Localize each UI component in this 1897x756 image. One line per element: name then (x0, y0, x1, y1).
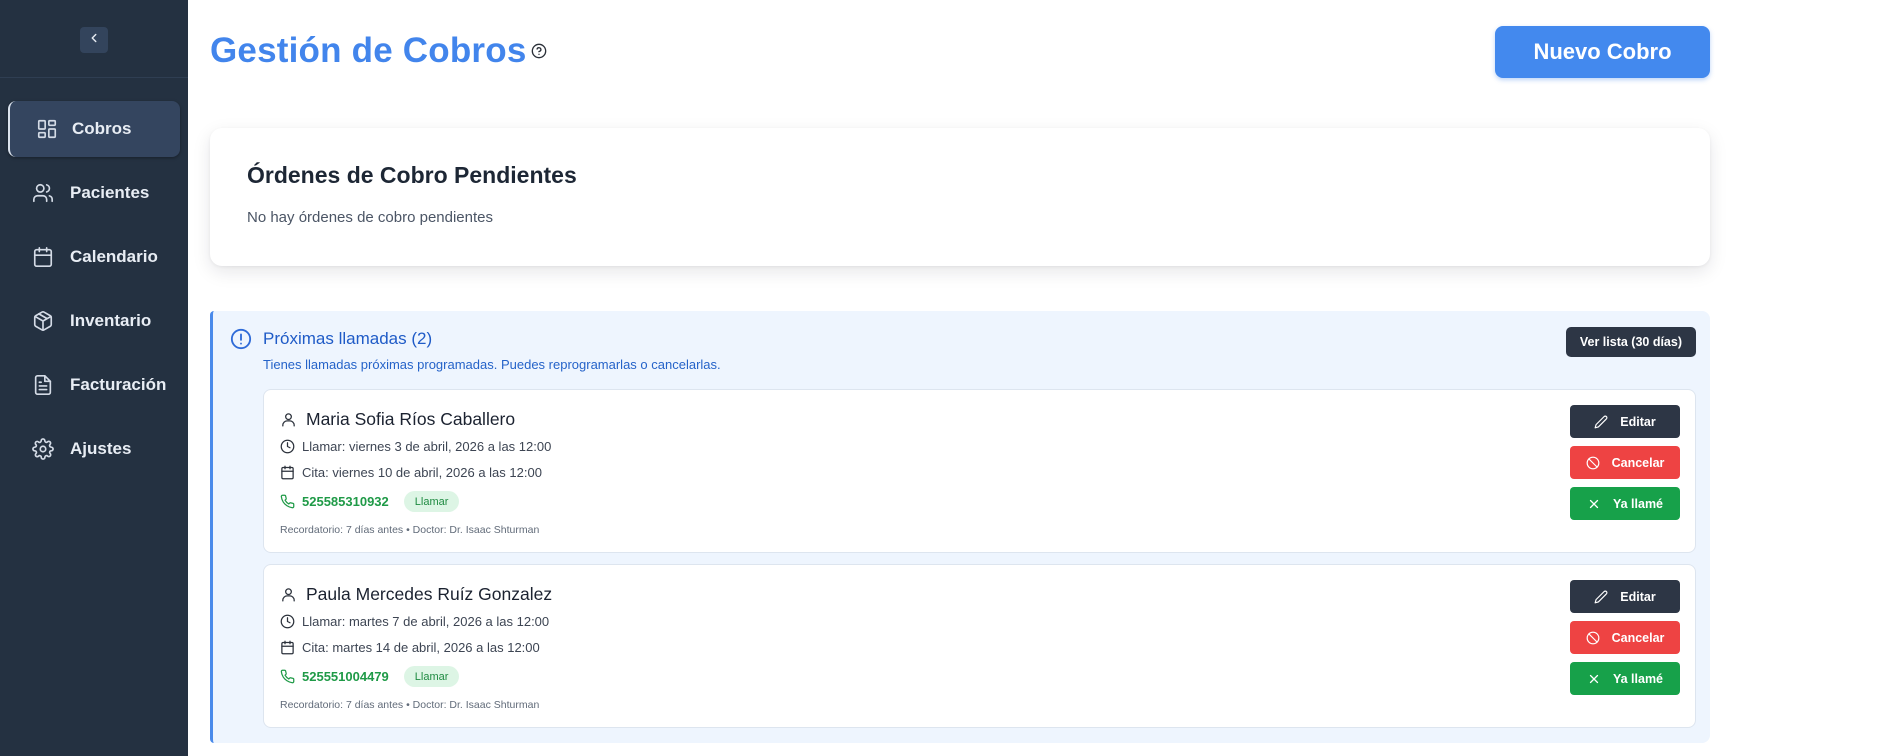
phone-row: 525585310932 Llamar (280, 491, 460, 512)
call-date-row: Llamar: viernes 3 de abril, 2026 a las 1… (280, 439, 551, 454)
phone-icon (280, 494, 295, 509)
already-called-button[interactable]: Ya llamé (1570, 662, 1680, 695)
pending-orders-title: Órdenes de Cobro Pendientes (247, 162, 577, 188)
phone-number-link[interactable]: 525551004479 (302, 669, 389, 684)
new-charge-button[interactable]: Nuevo Cobro (1495, 26, 1710, 78)
sidebar-item-label: Ajustes (70, 439, 132, 458)
upcoming-calls-subtitle: Tienes llamadas próximas programadas. Pu… (263, 357, 721, 372)
edit-label: Editar (1620, 414, 1656, 429)
pencil-icon (1594, 415, 1608, 429)
user-icon (280, 586, 297, 603)
call-date-row: Llamar: martes 7 de abril, 2026 a las 12… (280, 614, 549, 629)
sidebar-item-calendario[interactable]: Calendario (0, 229, 188, 285)
chevron-left-icon (87, 31, 101, 50)
cancel-label: Cancelar (1611, 455, 1665, 470)
sidebar-item-label: Facturación (70, 375, 167, 394)
x-icon (1587, 497, 1601, 511)
pending-orders-empty-text: No hay órdenes de cobro pendientes (247, 209, 494, 226)
appointment-row: Cita: martes 14 de abril, 2026 a las 12:… (280, 640, 540, 655)
sidebar-item-cobros[interactable]: Cobros (8, 101, 180, 157)
app-root: Cobros Pacientes Calendario Inventario F… (0, 0, 1897, 756)
edit-button[interactable]: Editar (1570, 580, 1680, 613)
call-badge: Llamar (403, 491, 460, 512)
info-circle-icon (230, 328, 252, 350)
view-list-button[interactable]: Ver lista (30 días) (1565, 327, 1696, 357)
user-icon (280, 411, 297, 428)
sidebar-item-label: Inventario (70, 311, 152, 330)
call-date: Llamar: martes 7 de abril, 2026 a las 12… (302, 614, 550, 629)
pencil-icon (1594, 590, 1608, 604)
call-date: Llamar: viernes 3 de abril, 2026 a las 1… (302, 439, 552, 454)
edit-label: Editar (1620, 589, 1656, 604)
x-icon (1587, 672, 1601, 686)
question-circle-icon[interactable] (531, 43, 547, 59)
users-icon (32, 182, 54, 204)
sidebar-item-inventario[interactable]: Inventario (0, 293, 188, 349)
already-called-label: Ya llamé (1612, 496, 1664, 511)
already-called-label: Ya llamé (1612, 671, 1664, 686)
sidebar-item-ajustes[interactable]: Ajustes (0, 421, 188, 477)
box-icon (32, 310, 54, 332)
upcoming-calls-title: Próximas llamadas (2) (263, 329, 433, 348)
reminder-meta: Recordatorio: 7 días antes • Doctor: Dr.… (280, 524, 540, 536)
document-icon (32, 374, 54, 396)
gear-icon (32, 438, 54, 460)
sidebar-divider (0, 77, 188, 78)
appointment-row: Cita: viernes 10 de abril, 2026 a las 12… (280, 465, 542, 480)
patient-name-row: Paula Mercedes Ruíz Gonzalez (280, 584, 552, 605)
cancel-button[interactable]: Cancelar (1570, 621, 1680, 654)
cancel-label: Cancelar (1611, 630, 1665, 645)
appointment-date: Cita: viernes 10 de abril, 2026 a las 12… (302, 465, 542, 480)
clock-icon (280, 439, 295, 454)
calendar-icon (280, 465, 295, 480)
collapse-sidebar-button[interactable] (80, 27, 108, 53)
upcoming-calls-panel: Próximas llamadas (2) Tienes llamadas pr… (210, 311, 1710, 743)
call-badge: Llamar (403, 666, 460, 687)
cancel-button[interactable]: Cancelar (1570, 446, 1680, 479)
call-card: Paula Mercedes Ruíz Gonzalez Llamar: mar… (263, 564, 1696, 728)
clock-icon (280, 614, 295, 629)
ban-icon (1586, 631, 1600, 645)
page-title: Gestión de Cobros (210, 31, 527, 70)
patient-name: Paula Mercedes Ruíz Gonzalez (306, 584, 553, 604)
call-card: Maria Sofia Ríos Caballero Llamar: viern… (263, 389, 1696, 553)
calendar-icon (280, 640, 295, 655)
phone-number-link[interactable]: 525585310932 (302, 494, 389, 509)
phone-icon (280, 669, 295, 684)
sidebar-item-pacientes[interactable]: Pacientes (0, 165, 188, 221)
edit-button[interactable]: Editar (1570, 405, 1680, 438)
already-called-button[interactable]: Ya llamé (1570, 487, 1680, 520)
call-actions: Editar Cancelar Ya llamé (1570, 405, 1680, 528)
sidebar-nav: Cobros Pacientes Calendario Inventario F… (0, 101, 188, 485)
sidebar-item-label: Cobros (72, 119, 132, 138)
call-actions: Editar Cancelar Ya llamé (1570, 580, 1680, 703)
pending-orders-card: Órdenes de Cobro Pendientes No hay órden… (210, 128, 1710, 266)
grid-icon (36, 118, 58, 140)
reminder-meta: Recordatorio: 7 días antes • Doctor: Dr.… (280, 699, 540, 711)
sidebar-item-facturacion[interactable]: Facturación (0, 357, 188, 413)
sidebar-item-label: Pacientes (70, 183, 150, 202)
patient-name: Maria Sofia Ríos Caballero (306, 409, 516, 429)
appointment-date: Cita: martes 14 de abril, 2026 a las 12:… (302, 640, 540, 655)
ban-icon (1586, 456, 1600, 470)
sidebar: Cobros Pacientes Calendario Inventario F… (0, 0, 188, 756)
sidebar-item-label: Calendario (70, 247, 158, 266)
phone-row: 525551004479 Llamar (280, 666, 460, 687)
patient-name-row: Maria Sofia Ríos Caballero (280, 409, 515, 430)
calendar-icon (32, 246, 54, 268)
